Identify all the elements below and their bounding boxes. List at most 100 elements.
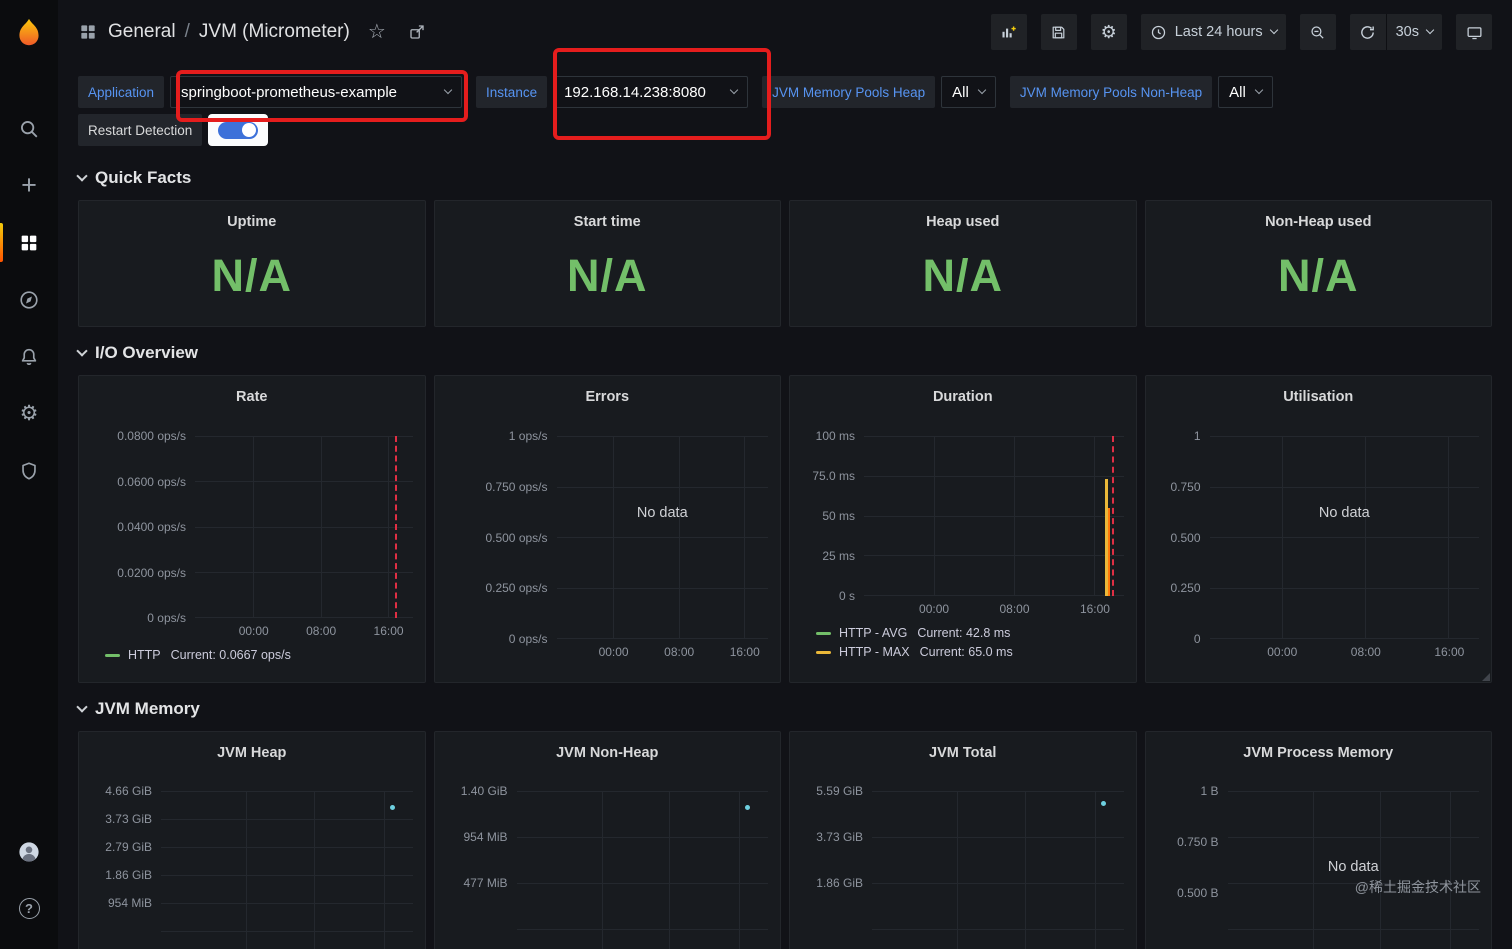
variable-label: JVM Memory Pools Heap [762,76,936,108]
panel-title[interactable]: JVM Total [802,742,1124,764]
annotation-box-instance [553,48,771,140]
time-range-picker[interactable]: Last 24 hours [1140,14,1286,50]
breadcrumb-dashboard[interactable]: JVM (Micrometer) [199,21,350,43]
series-color-dash [816,631,831,635]
variable-label: Instance [476,76,548,108]
data-point [1100,801,1106,806]
panel-title[interactable]: Start time [443,211,773,233]
apps-grid-icon [78,22,98,42]
section-quick-facts[interactable]: Quick Facts [76,168,1492,188]
toggle-track [218,121,259,139]
y-tick: 4.66 GiB [105,784,152,798]
save-dashboard-button[interactable] [1040,14,1077,50]
chart-plot-area[interactable] [516,791,768,949]
user-avatar[interactable] [0,823,58,880]
x-axis: 00:00 08:00 16:00 [195,618,413,640]
panel-title[interactable]: Uptime [87,211,417,233]
grafana-logo[interactable] [0,8,58,60]
chart-plot-area[interactable]: No data [1227,791,1479,949]
help-icon[interactable]: ? [0,880,58,937]
x-tick: 08:00 [664,645,695,659]
section-jvm-memory[interactable]: JVM Memory [76,699,1492,719]
main-area: General / JVM (Micrometer) ☆ ⚙ Last 24 h… [58,0,1512,949]
alerting-bell-icon[interactable] [0,328,58,385]
y-tick: 3.73 GiB [105,812,152,826]
legend-item[interactable]: HTTP - MAX Current: 65.0 ms [816,645,1124,659]
y-axis: 5.59 GiB 3.73 GiB 1.86 GiB [802,784,872,949]
refresh-button[interactable] [1349,14,1386,50]
dashboards-icon[interactable] [0,214,58,271]
panel-resize-handle[interactable] [1482,673,1490,681]
variable-label: Application [78,76,165,108]
x-tick: 00:00 [238,624,269,638]
search-icon[interactable] [0,100,58,157]
share-dashboard-icon[interactable] [408,23,426,41]
dashboard-settings-button[interactable]: ⚙ [1090,14,1127,50]
x-axis: 00:00 08:00 16:00 [1210,639,1480,661]
y-tick: 25 ms [822,549,855,563]
y-tick: 0 ops/s [147,611,186,625]
favorite-star-icon[interactable]: ☆ [368,22,386,42]
panel-title[interactable]: Non-Heap used [1154,211,1484,233]
panel-title[interactable]: Errors [447,386,769,408]
legend-item[interactable]: HTTP Current: 0.0667 ops/s [105,648,413,662]
grafana-flame-icon [19,18,39,46]
series-current: Current: 42.8 ms [917,626,1011,640]
zoom-out-button[interactable] [1299,14,1336,50]
y-tick: 1.40 GiB [460,784,508,798]
stat-value: N/A [922,249,1003,301]
stat-value: N/A [211,249,292,301]
x-tick: 08:00 [306,624,337,638]
heap-pools-dropdown[interactable]: All [941,76,996,108]
legend: HTTP - AVG Current: 42.8 ms HTTP - MAX C… [816,626,1124,659]
zoom-out-icon [1311,25,1324,39]
x-tick: 00:00 [1267,645,1298,659]
chart-plot-area[interactable] [864,436,1124,596]
panel-title[interactable]: Heap used [798,211,1128,233]
create-plus-icon[interactable]: + [0,157,58,214]
y-tick: 0 [1193,632,1201,646]
panel-title[interactable]: Rate [91,386,413,408]
chevron-down-icon [1269,25,1278,35]
section-title: I/O Overview [95,343,198,362]
add-panel-button[interactable] [990,14,1027,50]
panel-title[interactable]: Duration [802,386,1124,408]
refresh-interval-picker[interactable]: 30s [1385,14,1442,50]
panel-title[interactable]: JVM Heap [91,742,413,764]
y-tick: 0.750 ops/s [485,479,548,494]
panel-jvm-nonheap: JVM Non-Heap 1.40 GiB 954 MiB 477 MiB [433,731,781,949]
series-color-dash [816,650,831,654]
x-tick: 16:00 [1434,645,1465,659]
annotation-line [1111,436,1114,596]
series-current: Current: 0.0667 ops/s [170,648,291,662]
breadcrumb-folder[interactable]: General [108,21,176,43]
chart-plot-area[interactable]: No data [556,436,768,639]
configuration-gear-icon[interactable]: ⚙ [0,385,58,442]
cycle-view-mode-button[interactable] [1456,14,1492,50]
y-axis: 1 B 0.750 B 0.500 B [1158,784,1228,949]
dashboard-toolbar: ⚙ Last 24 hours 30s [990,14,1492,50]
y-tick: 954 MiB [463,830,508,844]
section-io-overview[interactable]: I/O Overview [76,343,1492,363]
chart-plot-area[interactable]: No data [1209,436,1479,639]
server-admin-shield-icon[interactable] [0,442,58,499]
chart-plot-area[interactable] [161,791,413,949]
dashboard-body: Quick Facts Uptime N/A Start time N/A He… [58,146,1512,949]
panel-title[interactable]: JVM Process Memory [1158,742,1480,764]
panel-title[interactable]: Utilisation [1158,386,1480,408]
chevron-down-icon [76,700,88,713]
nonheap-pools-dropdown[interactable]: All [1218,76,1273,108]
legend-item[interactable]: HTTP - AVG Current: 42.8 ms [816,626,1124,640]
y-tick: 1 B [1200,784,1219,798]
data-point [389,805,395,810]
panel-title[interactable]: JVM Non-Heap [447,742,769,764]
refresh-icon [1361,25,1374,39]
y-tick: 0.250 [1170,581,1201,596]
chart-plot-area[interactable] [195,436,413,618]
section-title: JVM Memory [95,699,200,718]
y-tick: 100 ms [815,429,855,443]
y-tick: 477 MiB [463,876,508,890]
x-tick: 08:00 [999,602,1030,616]
explore-compass-icon[interactable] [0,271,58,328]
chart-plot-area[interactable] [872,791,1124,949]
